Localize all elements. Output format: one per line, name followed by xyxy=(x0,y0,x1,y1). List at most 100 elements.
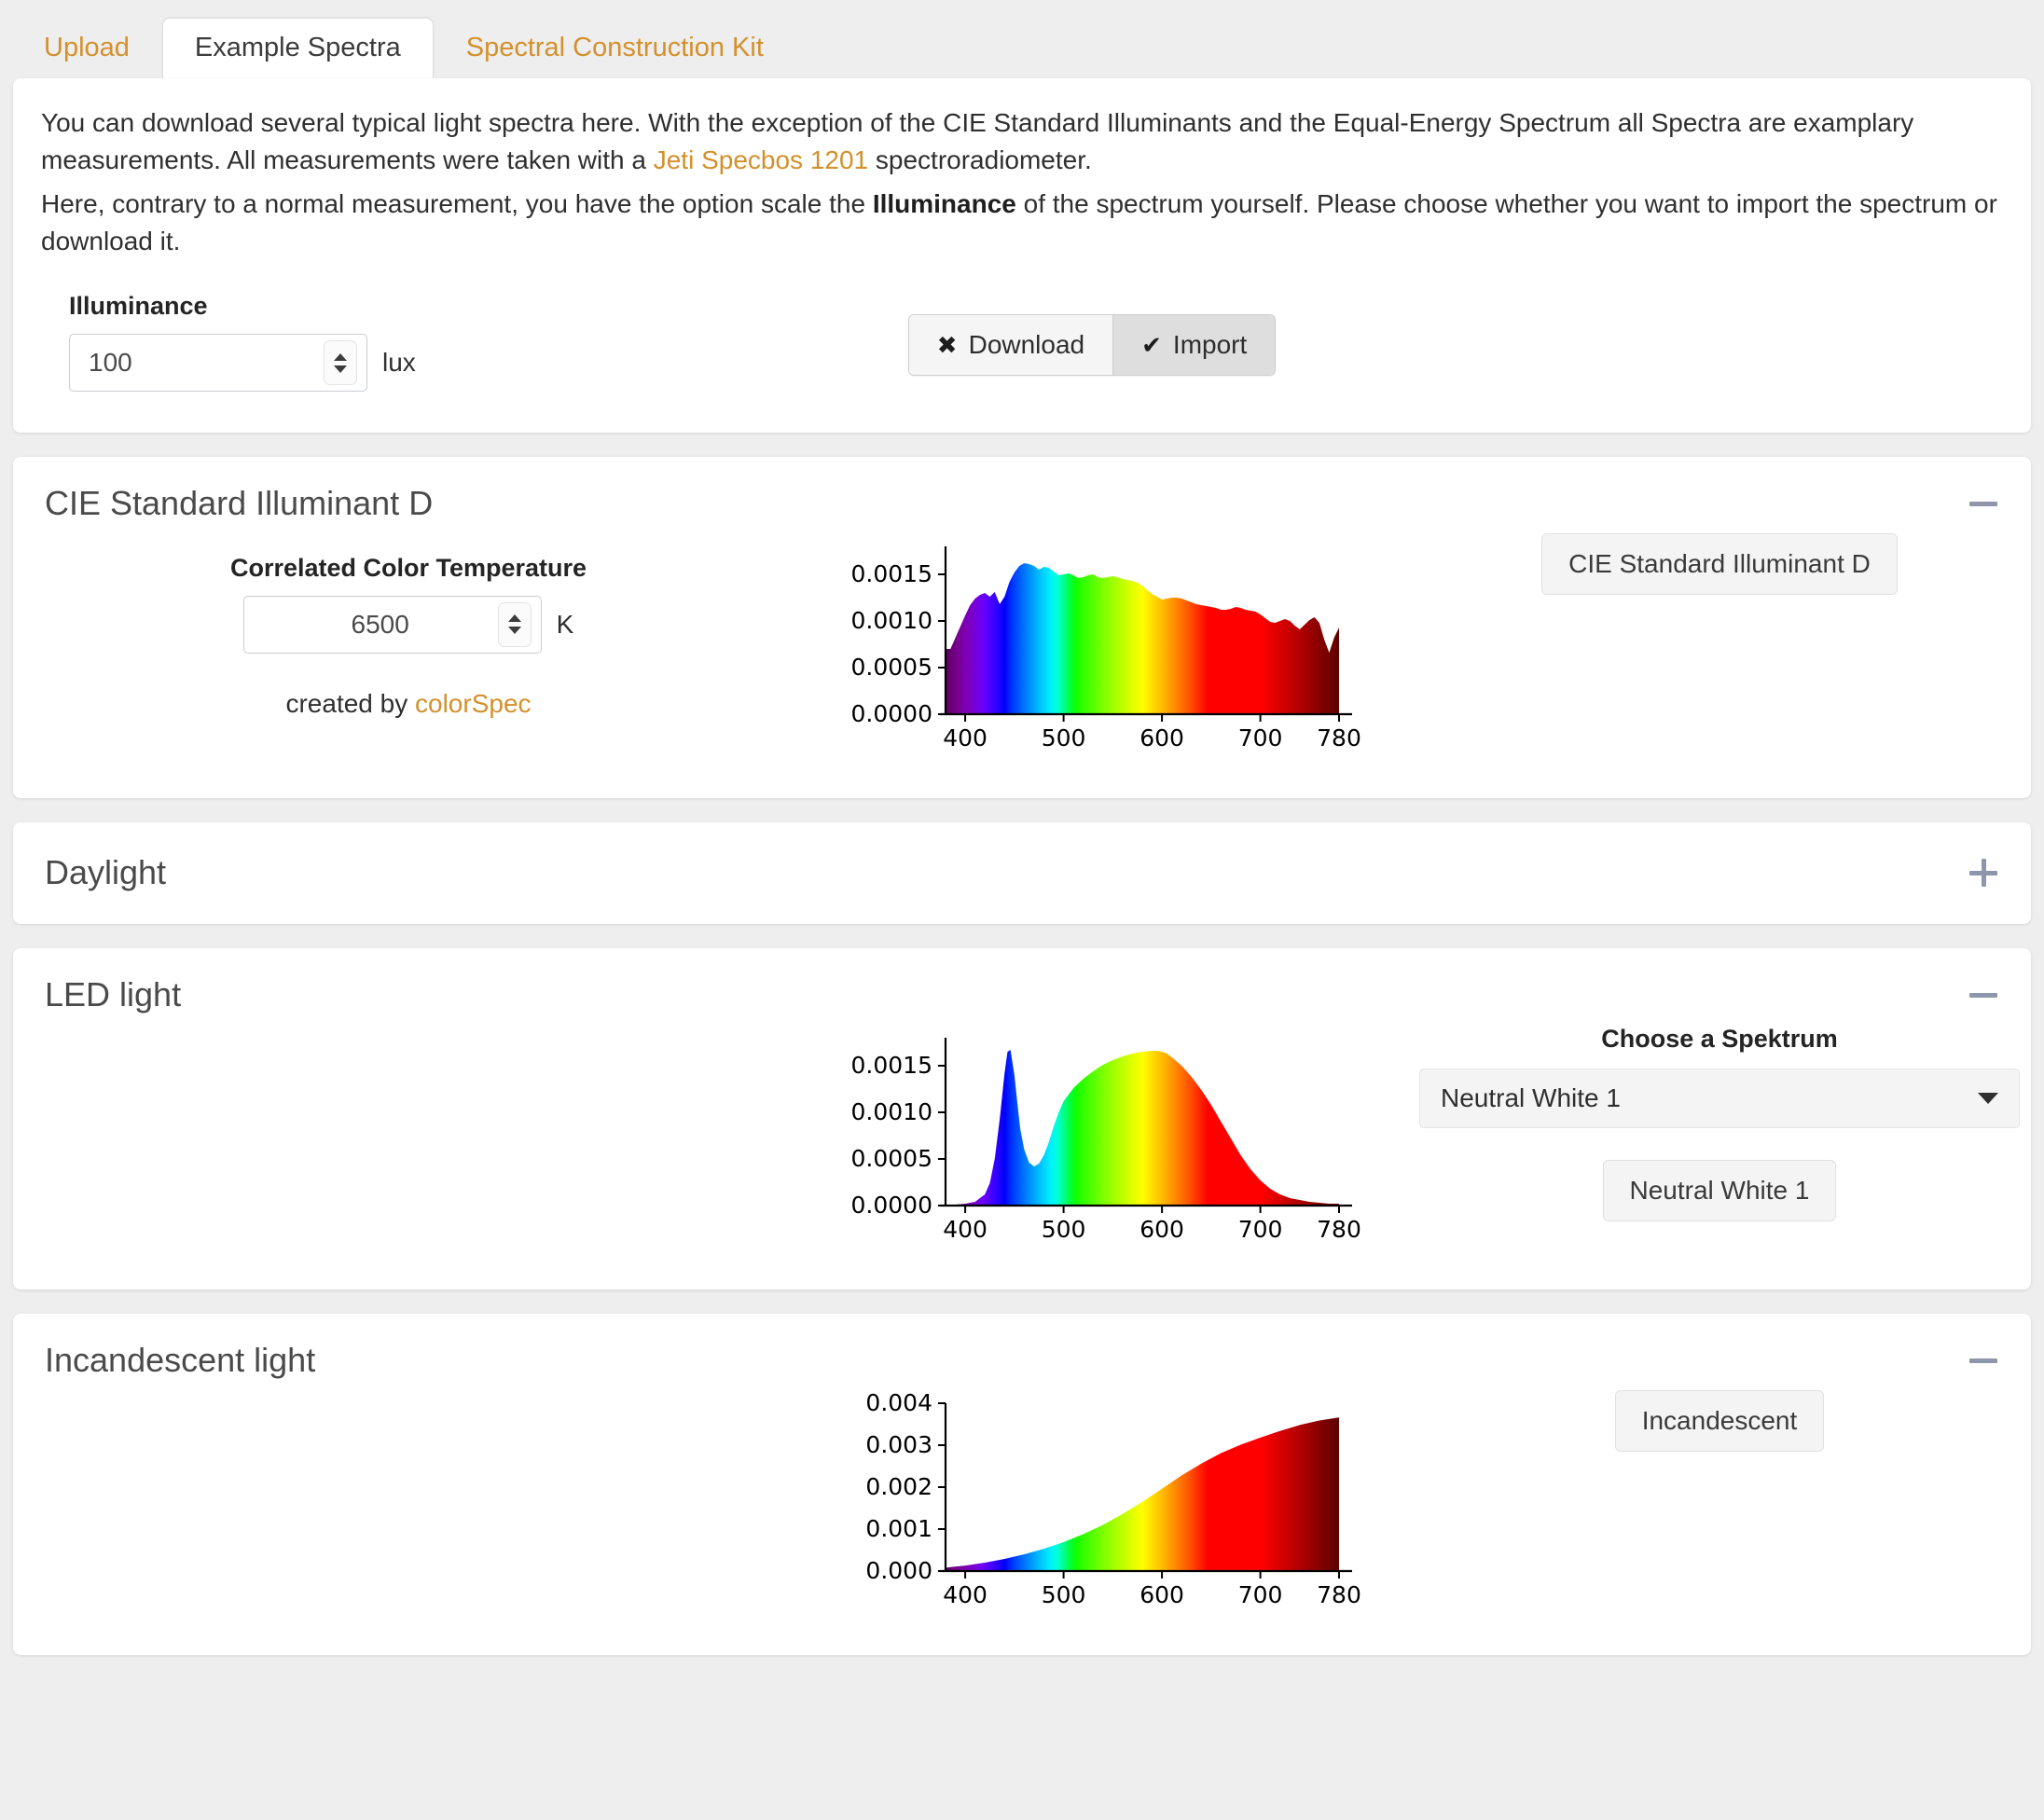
section-content-led: 0.00000.00050.00100.0015400500600700780 … xyxy=(45,1025,1999,1258)
chevron-down-icon[interactable] xyxy=(508,627,521,634)
download-button-label: Download xyxy=(969,330,1085,360)
svg-text:500: 500 xyxy=(1042,1216,1086,1243)
svg-text:0.0005: 0.0005 xyxy=(851,1145,932,1172)
svg-text:400: 400 xyxy=(943,724,987,751)
incandescent-action-column: Incandescent xyxy=(1440,1390,1999,1452)
cct-control: 6500 K xyxy=(45,596,772,654)
tab-example-spectra[interactable]: Example Spectra xyxy=(162,18,434,79)
svg-text:0.0005: 0.0005 xyxy=(851,654,932,681)
colorspec-link[interactable]: colorSpec xyxy=(415,689,532,718)
illuminance-label: Illuminance xyxy=(69,292,416,321)
chevron-down-icon[interactable] xyxy=(334,365,347,373)
section-incandescent-light: Incandescent light 0.000 0.001 0.002 0.003 0… xyxy=(13,1314,2031,1655)
svg-text:0.004: 0.004 xyxy=(865,1390,932,1416)
section-content-cie: Correlated Color Temperature 6500 K xyxy=(45,533,1999,766)
spectrum-select[interactable]: Neutral White 1 xyxy=(1419,1069,2020,1128)
download-button[interactable]: ✖ Download xyxy=(909,315,1112,375)
section-title-daylight: Daylight xyxy=(45,854,166,891)
svg-text:400: 400 xyxy=(943,1581,987,1608)
svg-text:0.0000: 0.0000 xyxy=(851,700,932,727)
section-title-cie: CIE Standard Illuminant D xyxy=(45,485,433,522)
svg-text:600: 600 xyxy=(1139,724,1184,751)
section-header-daylight[interactable]: Daylight xyxy=(45,854,1999,891)
section-header-led[interactable]: LED light xyxy=(45,976,1999,1013)
illuminance-stepper[interactable] xyxy=(324,340,357,385)
cct-label: Correlated Color Temperature xyxy=(45,554,772,583)
intro-panel: You can download several typical light s… xyxy=(13,78,2031,433)
cie-standard-illuminant-d-button[interactable]: CIE Standard Illuminant D xyxy=(1541,533,1898,595)
illuminance-emphasis: Illuminance xyxy=(873,189,1016,218)
svg-text:0.0010: 0.0010 xyxy=(851,1098,932,1125)
import-button[interactable]: ✔ Import xyxy=(1112,315,1275,375)
illuminance-unit: lux xyxy=(382,348,416,378)
chevron-up-icon[interactable] xyxy=(508,614,521,622)
svg-text:0.000: 0.000 xyxy=(865,1557,932,1584)
intro-paragraph-1: You can download several typical light s… xyxy=(41,104,2003,180)
tab-spectral-construction-kit[interactable]: Spectral Construction Kit xyxy=(434,18,796,79)
svg-text:500: 500 xyxy=(1042,1581,1086,1608)
svg-text:600: 600 xyxy=(1139,1216,1184,1243)
tab-upload[interactable]: Upload xyxy=(11,18,162,79)
chart-cie-d: 0.0000 0.0005 0.0010 0.0015 400 500 600 700 780 xyxy=(836,533,1376,766)
svg-text:780: 780 xyxy=(1317,1216,1361,1243)
svg-text:500: 500 xyxy=(1042,724,1086,751)
svg-text:0.003: 0.003 xyxy=(865,1431,932,1458)
cie-chart-column: 0.0000 0.0005 0.0010 0.0015 400 500 600 700 780 xyxy=(772,533,1440,766)
cct-unit: K xyxy=(557,610,574,640)
led-chart-column: 0.00000.00050.00100.0015400500600700780 xyxy=(772,1025,1440,1258)
svg-text:700: 700 xyxy=(1238,724,1283,751)
check-icon: ✔ xyxy=(1141,333,1162,357)
illuminance-block: Illuminance 100 lux xyxy=(69,292,416,392)
svg-text:0.0015: 0.0015 xyxy=(851,1052,932,1079)
chart-incandescent: 0.0000.0010.0020.0030.004400500600700780 xyxy=(836,1390,1376,1623)
chevron-down-icon[interactable] xyxy=(1978,1093,1998,1104)
intro-text-part-2: spectroradiometer. xyxy=(868,145,1092,174)
intro-paragraph-2: Here, contrary to a normal measurement, … xyxy=(41,186,2003,261)
cross-icon: ✖ xyxy=(937,333,958,357)
section-content-incandescent: 0.0000.0010.0020.0030.004400500600700780… xyxy=(45,1390,1999,1623)
section-header-incandescent[interactable]: Incandescent light xyxy=(45,1342,1999,1379)
chart-led: 0.00000.00050.00100.0015400500600700780 xyxy=(836,1025,1376,1258)
section-daylight: Daylight xyxy=(13,822,2031,925)
cct-input[interactable]: 6500 xyxy=(243,596,542,654)
section-body-cie: CIE Standard Illuminant D Correlated Col… xyxy=(13,457,2031,798)
cct-value: 6500 xyxy=(263,610,498,640)
import-button-label: Import xyxy=(1173,330,1247,360)
cct-stepper[interactable] xyxy=(498,602,532,647)
illuminance-control: 100 lux xyxy=(69,334,416,392)
led-action-column: Choose a Spektrum Neutral White 1 Neutra… xyxy=(1440,1025,1999,1221)
svg-text:0.002: 0.002 xyxy=(865,1473,932,1500)
plus-icon[interactable] xyxy=(1968,857,1999,889)
action-button-group: ✖ Download ✔ Import xyxy=(908,314,1276,376)
chevron-up-icon[interactable] xyxy=(334,353,347,361)
neutral-white-1-button[interactable]: Neutral White 1 xyxy=(1603,1160,1837,1221)
illuminance-value: 100 xyxy=(89,348,324,378)
created-by-line: created by colorSpec xyxy=(45,689,772,719)
svg-text:0.0000: 0.0000 xyxy=(851,1192,932,1219)
svg-text:700: 700 xyxy=(1238,1581,1283,1608)
minus-icon[interactable] xyxy=(1968,488,1999,519)
svg-text:0.001: 0.001 xyxy=(865,1515,932,1542)
section-body-incandescent: Incandescent light 0.000 0.001 0.002 0.003 0… xyxy=(13,1314,2031,1655)
incandescent-chart-column: 0.0000.0010.0020.0030.004400500600700780 xyxy=(772,1390,1440,1623)
svg-text:0.0010: 0.0010 xyxy=(851,607,932,634)
illuminance-input[interactable]: 100 xyxy=(69,334,367,392)
cie-controls-column: Correlated Color Temperature 6500 K xyxy=(45,533,772,719)
cie-action-column: CIE Standard Illuminant D xyxy=(1440,533,1999,595)
section-header-cie[interactable]: CIE Standard Illuminant D xyxy=(45,485,1999,522)
svg-text:0.0015: 0.0015 xyxy=(851,560,932,587)
spectrum-select-value: Neutral White 1 xyxy=(1441,1083,1978,1113)
jeti-specbos-link[interactable]: Jeti Specbos 1201 xyxy=(654,145,868,174)
choose-spektrum-label: Choose a Spektrum xyxy=(1601,1025,1838,1054)
minus-icon[interactable] xyxy=(1968,979,1999,1011)
section-body-led: LED light 0.0000 0.0005 0.0010 0.0015 400 500… xyxy=(13,948,2031,1289)
svg-text:780: 780 xyxy=(1317,724,1361,751)
svg-text:400: 400 xyxy=(943,1216,987,1243)
section-cie-standard-illuminant-d: CIE Standard Illuminant D Correlated Col… xyxy=(13,457,2031,798)
cct-block: Correlated Color Temperature 6500 K xyxy=(45,533,772,719)
section-title-incandescent: Incandescent light xyxy=(45,1342,315,1379)
svg-text:600: 600 xyxy=(1139,1581,1184,1608)
section-title-led: LED light xyxy=(45,976,181,1013)
incandescent-button[interactable]: Incandescent xyxy=(1615,1390,1825,1452)
minus-icon[interactable] xyxy=(1968,1344,1999,1376)
